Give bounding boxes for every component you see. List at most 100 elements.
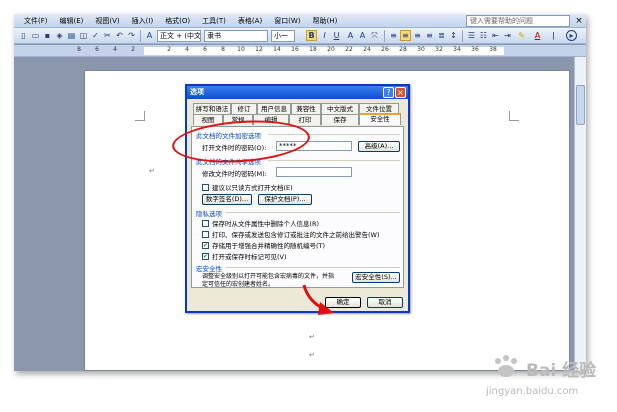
menu-table[interactable]: 表格(A) [232,14,268,28]
ruler-number: 8 [221,46,225,53]
ruler-number: 28 [399,46,407,53]
menu-help[interactable]: 帮助(H) [307,14,344,28]
digital-signature-button[interactable]: 数字签名(D)... [202,194,252,205]
privacy-checkbox[interactable] [202,230,209,238]
cut-icon[interactable]: ✂ [102,30,113,41]
modify-password-input[interactable] [276,167,352,177]
close-icon[interactable]: × [395,87,406,98]
font-color-button[interactable]: A [532,30,543,41]
bold-button[interactable]: B [306,30,317,41]
ruler-number: 26 [381,46,389,53]
tab-edit[interactable]: 编辑 [253,114,289,125]
new-document-icon[interactable]: ▯ [18,30,29,41]
save-icon[interactable]: ▪ [42,30,53,41]
numbering-icon[interactable]: ☰ [466,30,477,41]
align-center-icon[interactable]: ≡ [400,30,411,41]
close-document-icon[interactable]: × [574,16,584,26]
vertical-scrollbar[interactable] [574,57,586,371]
privacy-section-heading: 隐私选项 [196,210,222,218]
tab-user-info[interactable]: 用户信息 [257,103,291,114]
menu-tools[interactable]: 工具(T) [196,14,232,28]
menu-format[interactable]: 格式(O) [159,14,196,28]
distributed-icon[interactable]: ≣ [436,30,447,41]
char-scale-icon[interactable]: ⤧ [369,30,380,41]
crop-mark [135,111,145,121]
justify-icon[interactable]: ≡ [424,30,435,41]
cancel-button[interactable]: 取消 [367,297,403,308]
privacy-option-label: 保存时从文件属性中删除个人信息(R) [212,220,320,228]
print-preview-icon[interactable]: ◫ [78,30,89,41]
tab-general[interactable]: 常规 [223,114,253,125]
protect-document-button[interactable]: 保护文档(P)... [258,194,312,205]
horizontal-ruler[interactable]: 8 6 4 2 2 4 6 8 10 12 14 16 18 20 22 24 … [14,45,586,57]
underline-button[interactable]: U [331,30,342,41]
tab-spelling-grammar[interactable]: 拼写和语法 [193,103,231,114]
ruler-number: 34 [453,46,461,53]
highlight-icon[interactable]: ✎ [516,30,527,41]
print-icon[interactable]: ▤ [66,30,77,41]
macro-security-button[interactable]: 宏安全性(S)... [352,272,400,283]
char-shading-icon[interactable]: A [357,30,368,41]
align-right-icon[interactable]: ≡ [412,30,423,41]
undo-icon[interactable]: ↶ [114,30,125,41]
line-spacing-icon[interactable]: ↕ [448,30,459,41]
change-case-icon[interactable]: ǀ [548,30,559,41]
sharing-section-heading: 此文档的文件共享选项 [196,158,261,166]
open-password-input[interactable]: ***** [276,141,352,151]
security-tab-panel: 此文档的文件加密选项 打开文件时的密码(O): ***** 高级(A)... 此… [191,126,404,288]
tab-save[interactable]: 保存 [321,114,359,125]
section-divider [226,212,400,213]
dialog-title: 选项 [187,86,408,99]
privacy-checkbox[interactable] [202,219,209,227]
styles-pane-icon[interactable]: A [144,30,155,41]
readonly-checkbox-row[interactable]: 建议以只读方式打开文档(E) [202,182,293,192]
privacy-option-row[interactable]: ✔ 存储用于增强合并精确性的随机编号(T) [202,240,325,250]
ruler-number: 16 [291,46,299,53]
menu-window[interactable]: 窗口(W) [268,14,306,28]
ok-button[interactable]: 确定 [325,297,361,308]
privacy-option-label: 打开或保存时标记可见(V) [212,253,287,261]
tab-security[interactable]: 安全性 [359,113,401,125]
ruler-number: 6 [95,46,99,53]
privacy-checkbox-checked[interactable]: ✔ [202,241,209,249]
privacy-option-row[interactable]: 打印、保存或发送包含修订或批注的文件之前给出警告(W) [202,229,380,239]
redo-icon[interactable]: ↷ [126,30,137,41]
font-size-select[interactable]: 小一 [271,30,295,42]
bullets-icon[interactable]: ☷ [478,30,489,41]
style-select[interactable]: 正文 + (中文) [157,30,201,42]
menu-edit[interactable]: 编辑(E) [54,14,90,28]
ruler-number: 38 [489,46,497,53]
menu-view[interactable]: 视图(V) [89,14,125,28]
spelling-icon[interactable]: ✓ [90,30,101,41]
privacy-checkbox-checked[interactable]: ✔ [202,252,209,260]
help-icon[interactable]: ? [383,87,394,98]
tab-print[interactable]: 打印 [289,114,321,125]
char-border-icon[interactable]: A [345,30,356,41]
italic-button[interactable]: I [319,30,330,41]
increase-indent-icon[interactable]: ⇥ [502,30,513,41]
options-circle-icon[interactable]: ▸ [566,30,577,41]
open-folder-icon[interactable]: ▭ [30,30,41,41]
menu-file[interactable]: 文件(F) [18,14,54,28]
privacy-option-row[interactable]: 保存时从文件属性中删除个人信息(R) [202,218,319,228]
advanced-button[interactable]: 高级(A)... [358,141,400,152]
decrease-indent-icon[interactable]: ⇤ [490,30,501,41]
help-question-input[interactable]: 键入需要帮助的问题 [466,15,570,27]
section-divider [226,267,400,268]
tab-chinese-layout[interactable]: 中文版式 [321,103,359,114]
section-divider [268,160,400,161]
permission-icon[interactable]: ◈ [54,30,65,41]
scroll-thumb[interactable] [576,85,585,125]
tab-view[interactable]: 视图 [193,114,223,125]
font-select[interactable]: 隶书 [204,30,268,42]
privacy-option-row[interactable]: ✔ 打开或保存时标记可见(V) [202,251,287,261]
align-left-icon[interactable]: ≡ [388,30,399,41]
menu-insert[interactable]: 插入(I) [126,14,160,28]
tab-compatibility[interactable]: 兼容性 [291,103,321,114]
ruler-number: 4 [185,46,189,53]
options-dialog: 选项 ? × 拼写和语法 修订 用户信息 兼容性 中文版式 文件位置 视图 常规… [185,84,410,313]
readonly-checkbox[interactable] [202,183,209,191]
tab-track-changes[interactable]: 修订 [231,103,257,114]
ruler-number: 24 [363,46,371,53]
encryption-section-heading: 此文档的文件加密选项 [196,132,261,140]
